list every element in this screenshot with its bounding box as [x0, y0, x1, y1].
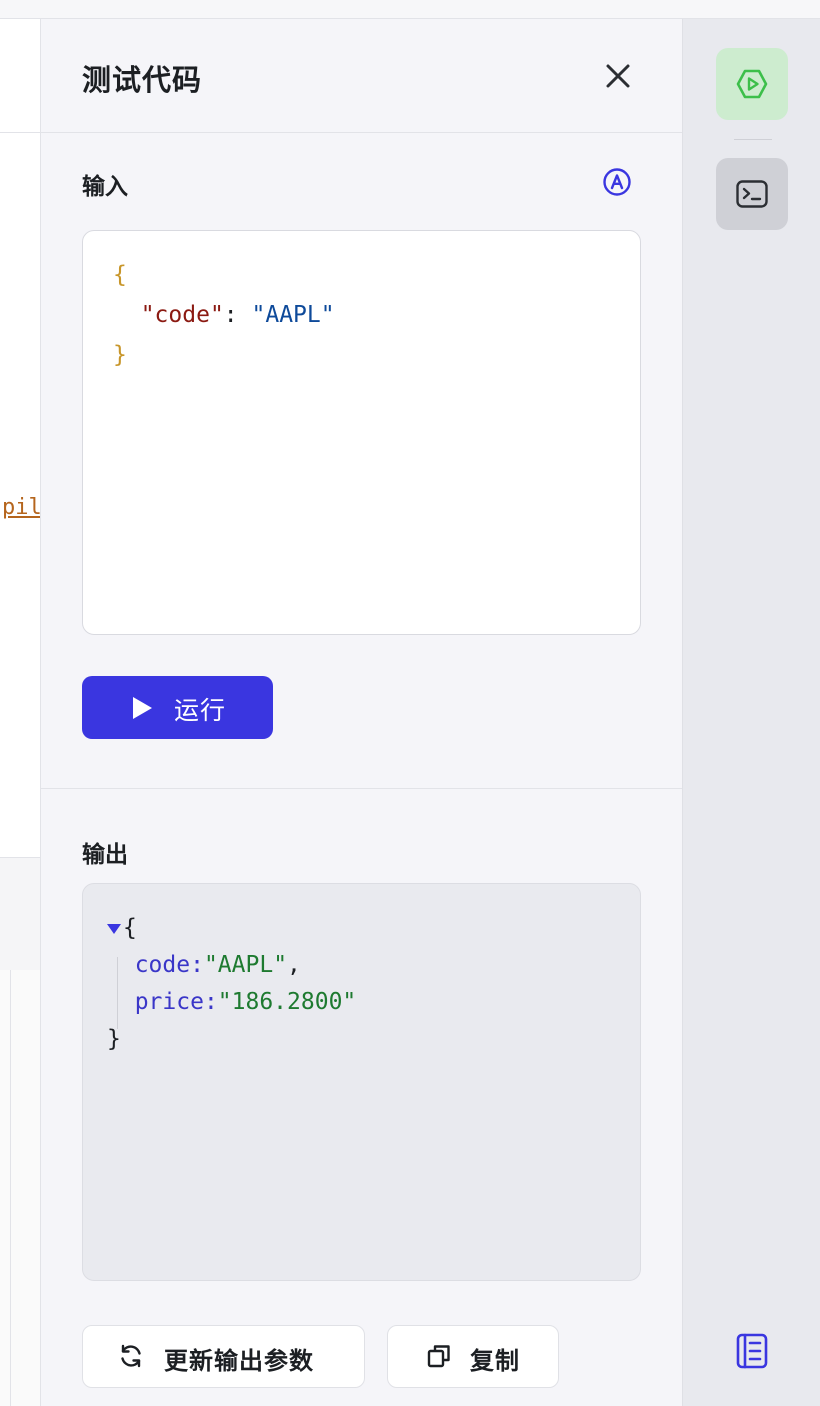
code-sep: : [223, 302, 252, 328]
copy-button[interactable]: 复制 [387, 1325, 559, 1388]
editor-gray-band [0, 857, 40, 971]
code-open-brace: { [113, 262, 127, 288]
code-editor-sliver[interactable]: pil [0, 19, 41, 1406]
panel-title: 测试代码 [82, 63, 203, 97]
panel-header: 测试代码 [41, 19, 682, 133]
divider [0, 132, 40, 133]
right-toolbar [683, 19, 820, 1406]
output-json: { code:"AAPL", price:"186.2800" } [107, 910, 356, 1058]
json-value: "186.2800" [217, 989, 357, 1015]
editor-text-fragment[interactable]: pil [2, 495, 40, 520]
code-key: "code" [140, 302, 224, 328]
json-key: price: [134, 989, 218, 1015]
input-section: 输入 { "code": "AAPL" } 运行 [41, 133, 682, 789]
code-close-brace: } [113, 342, 127, 368]
toolbar-divider [734, 139, 772, 140]
json-row: code:"AAPL", [107, 947, 356, 984]
json-row: price:"186.2800" [107, 984, 357, 1021]
close-icon [606, 64, 630, 88]
json-value: "AAPL" [203, 952, 288, 978]
play-icon [133, 697, 152, 719]
update-output-params-label: 更新输出参数 [164, 1347, 314, 1375]
output-section: 输出 { code:"AAPL", price:"186.2800" } 更新输… [41, 789, 682, 1406]
document-list-button[interactable] [733, 1332, 771, 1370]
input-label: 输入 [82, 174, 128, 200]
json-trail: , [287, 952, 301, 978]
input-code-editor[interactable]: { "code": "AAPL" } [82, 230, 641, 635]
collapse-toggle[interactable] [107, 910, 123, 947]
editor-lower-area [0, 970, 40, 1406]
terminal-tab[interactable] [716, 158, 788, 230]
refresh-icon [121, 1344, 141, 1368]
json-close-line: } [107, 1021, 356, 1058]
output-viewer[interactable]: { code:"AAPL", price:"186.2800" } [82, 883, 641, 1281]
code-value: "AAPL" [251, 302, 335, 328]
divider [10, 970, 11, 1406]
json-close-brace: } [107, 1026, 121, 1052]
copy-icon [427, 1345, 450, 1368]
input-code[interactable]: { "code": "AAPL" } [113, 255, 335, 375]
hexagon-play-icon [736, 69, 768, 99]
close-button[interactable] [601, 59, 635, 93]
run-label: 运行 [174, 696, 227, 725]
document-list-icon [736, 1333, 768, 1369]
ai-assist-icon [603, 168, 631, 196]
terminal-icon [736, 180, 768, 208]
json-open-brace: { [123, 915, 137, 941]
json-key: code: [134, 952, 204, 978]
json-open-line: { [107, 910, 356, 947]
run-button[interactable]: 运行 [82, 676, 273, 739]
output-label: 输出 [82, 842, 128, 868]
ai-assist-button[interactable] [602, 167, 632, 197]
top-strip [0, 0, 820, 19]
update-output-params-button[interactable]: 更新输出参数 [82, 1325, 365, 1388]
copy-label: 复制 [470, 1347, 520, 1375]
caret-down-icon [107, 924, 121, 934]
test-code-tab[interactable] [716, 48, 788, 120]
test-code-panel: 测试代码 输入 { "code": "AAPL" } 运行 输出 {code:… [41, 19, 683, 1406]
